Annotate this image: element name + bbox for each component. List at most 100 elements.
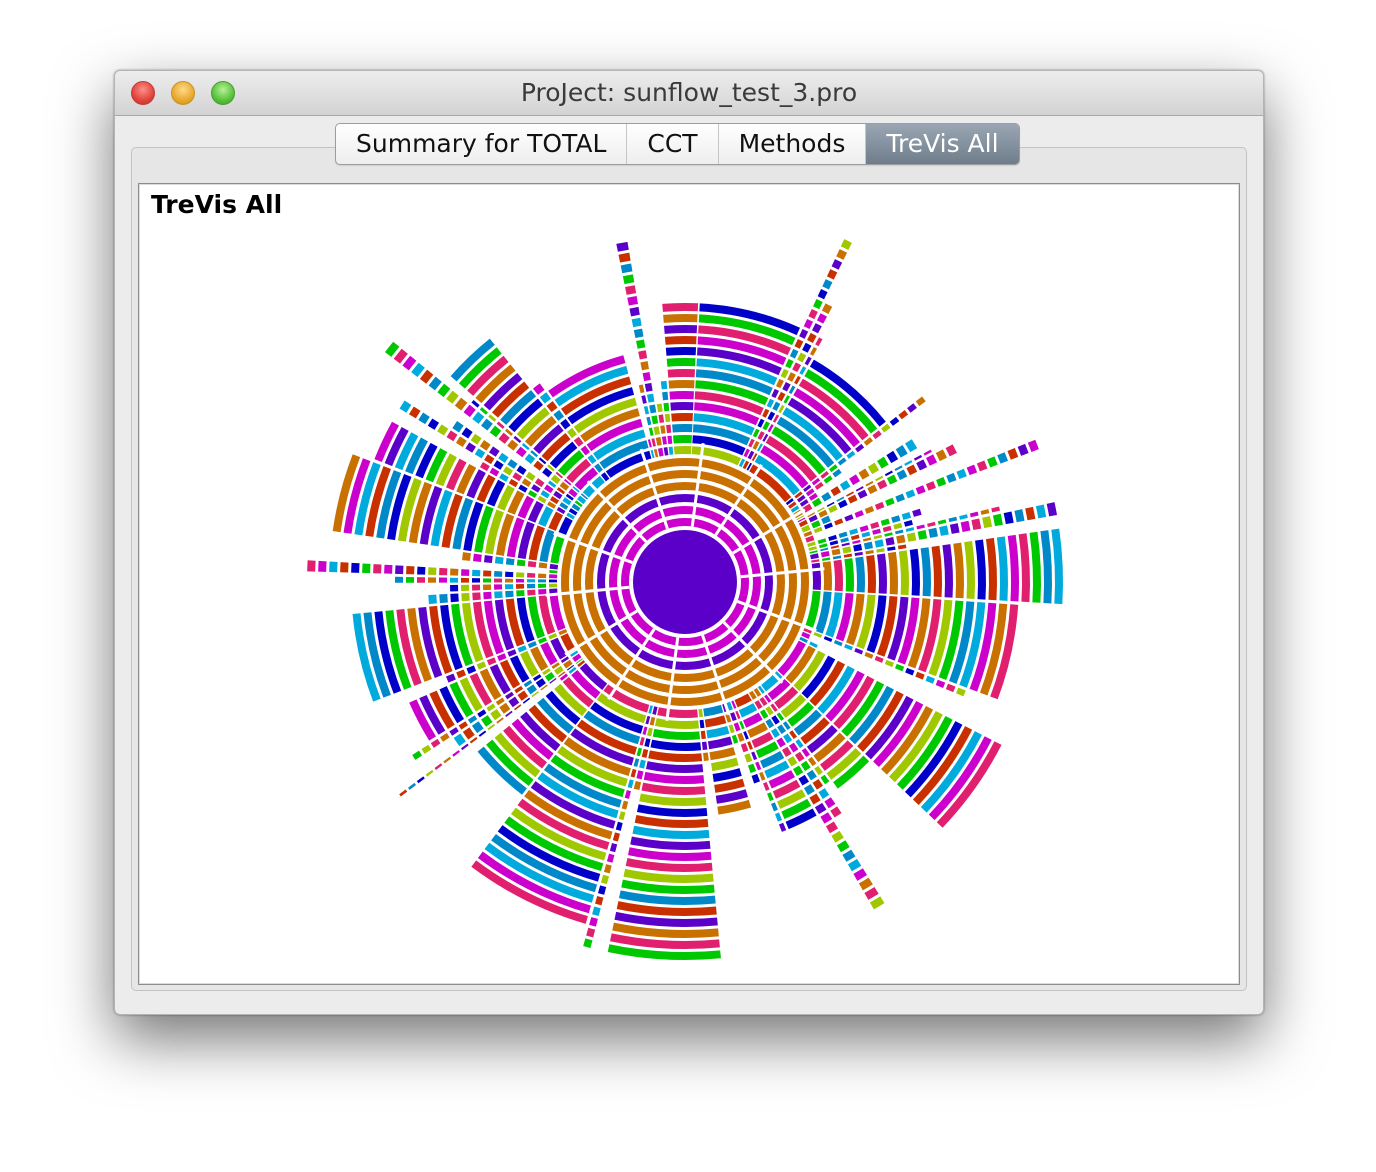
sunburst-branch-segment (861, 531, 871, 538)
sunburst-branch-segment (862, 537, 872, 542)
sunburst-branch-segment (527, 572, 536, 578)
sunburst-branch-segment (831, 830, 844, 843)
sunburst-branch-segment (898, 410, 909, 420)
sunburst-branch-segment (820, 774, 830, 785)
sunburst-branch-segment (639, 759, 646, 769)
sunburst-branch-segment (895, 445, 908, 458)
sunburst-branch-segment (622, 274, 635, 285)
sunburst-branch-segment (450, 577, 459, 583)
sunburst-branch-segment (840, 537, 849, 543)
sunburst-branch-segment (641, 395, 647, 404)
sunburst-branch-segment (794, 375, 801, 385)
sunburst-branch-segment (771, 388, 780, 399)
sunburst-branch-segment (858, 468, 870, 480)
sunburst-branch-segment (778, 822, 787, 832)
sunburst-branch-segment (966, 464, 978, 476)
sunburst-branch-segment (809, 346, 818, 356)
sunburst-branch-segment (644, 382, 653, 392)
sunburst-branch-segment (406, 565, 415, 575)
sunburst-branch-segment (923, 449, 932, 456)
sunburst-branch-segment (539, 392, 552, 404)
sunburst-branch-segment (1007, 534, 1019, 602)
sunburst-branch-segment (461, 569, 470, 576)
sunburst-branch-segment (629, 306, 640, 317)
sunburst-branch-segment (797, 352, 807, 363)
sunburst-branch-segment (819, 543, 828, 549)
title-bar[interactable]: ProJect: sunflow_test_3.pro (115, 71, 1263, 116)
sunburst-branch-segment (663, 314, 698, 323)
tab-cct[interactable]: CCT (627, 124, 719, 164)
tab-trevis-all[interactable]: TreVis All (866, 124, 1019, 164)
sunburst-branch-segment (751, 751, 758, 761)
sunburst-branch-segment (770, 728, 780, 738)
sunburst-branch-segment (949, 523, 960, 534)
sunburst-branch-segment (844, 514, 854, 522)
sunburst-branch-segment (658, 414, 665, 423)
trevis-sunburst-visualization[interactable] (139, 184, 1239, 984)
sunburst-branch-segment (830, 806, 842, 818)
sunburst-branch-segment (909, 548, 920, 596)
sunburst-branch-segment (762, 408, 770, 418)
sunburst-branch-segment (642, 371, 651, 382)
sunburst-branch-segment (775, 378, 784, 389)
sunburst-branch-segment (781, 746, 792, 757)
sunburst-branch-segment (847, 858, 862, 872)
sunburst-branch-segment (643, 405, 650, 415)
sunburst-branch-segment (953, 542, 964, 599)
sunburst-branch-segment (837, 499, 848, 509)
sunburst-branch-segment (636, 804, 708, 817)
sunburst-branch-segment (476, 661, 487, 670)
sunburst-branch-segment (859, 525, 869, 532)
sunburst-branch-segment (518, 484, 528, 493)
sunburst-branch-segment (461, 584, 470, 592)
sunburst-branch-segment (884, 532, 893, 537)
sunburst-branch-segment (869, 896, 885, 910)
sunburst-branch-segment (916, 524, 925, 530)
sunburst-branch-segment (771, 802, 778, 812)
sunburst-branch-segment (811, 520, 821, 529)
sunburst-branch-segment (792, 362, 802, 373)
sunburst-branch-segment (857, 489, 868, 499)
tab-methods[interactable]: Methods (719, 124, 867, 164)
sunburst-branch-segment (821, 515, 831, 525)
sunburst-branch-segment (417, 577, 426, 583)
sunburst-branch-segment (980, 509, 990, 515)
sunburst-branch-segment (801, 748, 810, 758)
sunburst-branch-segment (905, 489, 916, 499)
sunburst-branch-segment (858, 877, 873, 891)
sunburst-branch-segment (566, 427, 577, 439)
sunburst-branch-segment (521, 478, 532, 487)
sunburst-branch-segment (763, 782, 770, 791)
sunburst-branch-segment (644, 738, 651, 748)
sunburst-branch-segment (780, 368, 789, 379)
sunburst-branch-segment (822, 557, 831, 561)
sunburst-branch-segment (830, 545, 840, 549)
sunburst-branch-segment (1035, 504, 1047, 519)
sunburst-branch-segment (609, 842, 618, 853)
tab-summary-for-total[interactable]: Summary for TOTAL (336, 124, 628, 164)
sunburst-branch-segment (627, 779, 634, 789)
sunburst-branch-segment (672, 424, 693, 433)
sunburst-branch-segment (453, 733, 466, 747)
sunburst-branch-segment (1040, 530, 1052, 604)
sunburst-branch-segment (618, 252, 631, 263)
sunburst-branch-segment (885, 497, 895, 507)
sunburst-branch-segment (825, 821, 839, 834)
sunburst-branch-segment (307, 560, 316, 572)
sunburst-branch-segment (472, 411, 485, 424)
sunburst-branch-segment (660, 380, 668, 390)
sunburst-branch-segment (975, 539, 986, 600)
sunburst-branch-segment (494, 584, 503, 590)
sunburst-branch-segment (863, 437, 873, 446)
sunburst-branch-segment (730, 712, 737, 722)
sunburst-branch-segment (479, 407, 488, 415)
sunburst-branch-segment (495, 697, 505, 706)
sunburst-branch-segment (894, 663, 905, 672)
sunburst-branch-segment (668, 446, 674, 455)
sunburst-branch-segment (661, 436, 667, 445)
sunburst-branch-segment (497, 653, 507, 662)
sunburst-branch-segment (826, 269, 838, 280)
sunburst-branch-segment (913, 454, 923, 461)
sunburst-branch-segment (820, 550, 830, 558)
sunburst-branch-segment (634, 814, 709, 828)
